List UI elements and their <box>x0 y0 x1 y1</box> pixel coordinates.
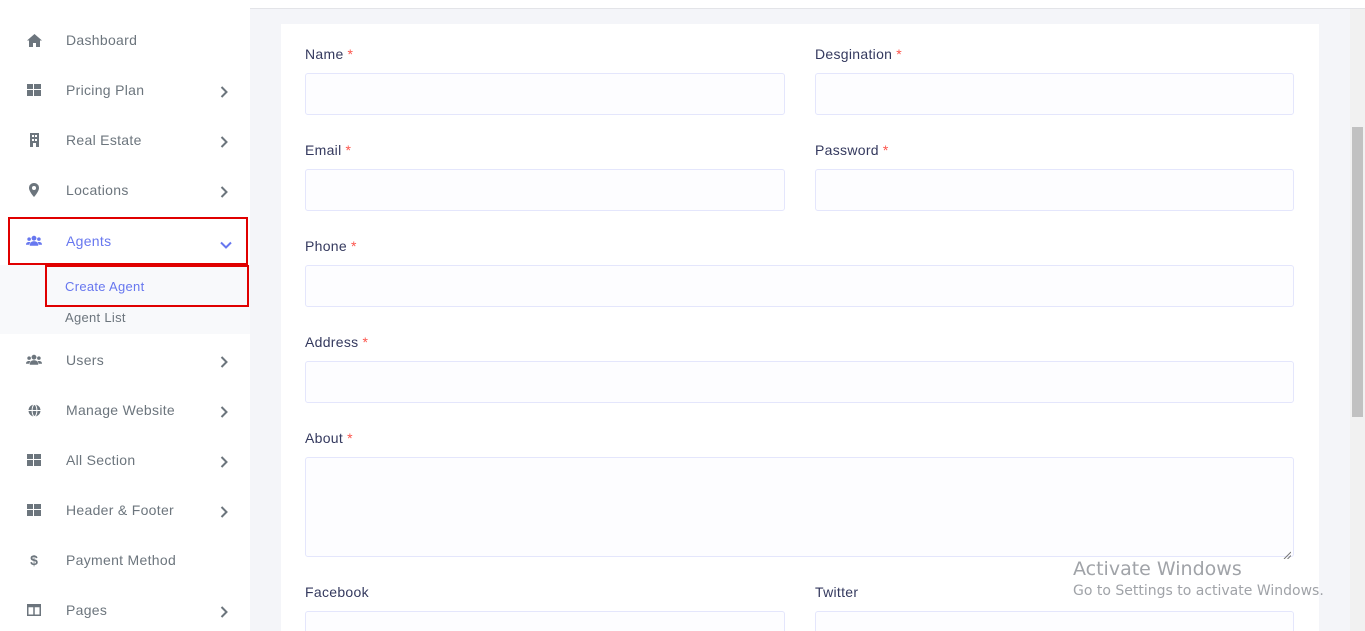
activate-windows-title: Activate Windows <box>1073 558 1242 580</box>
email-input[interactable] <box>305 169 785 211</box>
sidebar-item-label: Pricing Plan <box>66 82 145 98</box>
facebook-label: Facebook <box>305 584 369 600</box>
sidebar-item-label: Agents <box>66 233 112 249</box>
users-icon <box>26 352 42 368</box>
columns-icon <box>26 602 42 618</box>
email-label: Email * <box>305 142 352 158</box>
submenu-item-label: Agent List <box>65 309 126 325</box>
resize-handle-icon[interactable] <box>1283 546 1292 560</box>
grid-icon <box>26 452 42 468</box>
sidebar-item-label: All Section <box>66 452 136 468</box>
submenu-item-agent-list[interactable]: Agent List <box>45 296 249 338</box>
globe-icon <box>26 402 42 418</box>
chevron-down-icon <box>220 236 232 249</box>
activate-windows-subtitle: Go to Settings to activate Windows. <box>1073 583 1324 599</box>
required-mark: * <box>362 334 369 350</box>
name-input[interactable] <box>305 73 785 115</box>
map-marker-icon <box>26 182 42 198</box>
designation-label: Desgination * <box>815 46 902 62</box>
sidebar-item-users[interactable]: Users <box>8 336 248 384</box>
grid-icon <box>26 502 42 518</box>
sidebar-item-header-footer[interactable]: Header & Footer <box>8 486 248 534</box>
sidebar-item-all-section[interactable]: All Section <box>8 436 248 484</box>
chevron-right-icon <box>220 355 230 368</box>
scrollbar-thumb[interactable] <box>1352 127 1363 417</box>
sidebar-item-label: Real Estate <box>66 132 142 148</box>
phone-input[interactable] <box>305 265 1294 307</box>
chevron-right-icon <box>220 185 230 198</box>
password-input[interactable] <box>815 169 1294 211</box>
sidebar-item-dashboard[interactable]: Dashboard <box>8 16 248 64</box>
sidebar-item-locations[interactable]: Locations <box>8 166 248 214</box>
required-mark: * <box>350 238 357 254</box>
about-textarea[interactable] <box>305 457 1294 560</box>
name-label: Name * <box>305 46 354 62</box>
sidebar-item-label: Manage Website <box>66 402 176 418</box>
sidebar-item-real-estate[interactable]: Real Estate <box>8 116 248 164</box>
users-icon <box>26 233 42 249</box>
home-icon <box>26 32 42 48</box>
top-bar-edge <box>250 0 1365 9</box>
required-mark: * <box>345 142 352 158</box>
address-input[interactable] <box>305 361 1294 403</box>
grid-icon <box>26 82 42 98</box>
building-icon <box>26 132 42 148</box>
phone-label: Phone * <box>305 238 357 254</box>
submenu-item-label: Create Agent <box>65 278 145 294</box>
sidebar-item-pages[interactable]: Pages <box>8 586 248 631</box>
required-mark: * <box>896 46 902 62</box>
address-label: Address * <box>305 334 369 350</box>
chevron-right-icon <box>220 85 230 98</box>
chevron-right-icon <box>220 505 230 518</box>
chevron-right-icon <box>220 135 230 148</box>
sidebar-item-manage-website[interactable]: Manage Website <box>8 386 248 434</box>
sidebar: Dashboard Pricing Plan Real Estate Locat… <box>0 0 250 631</box>
sidebar-item-agents[interactable]: Agents <box>8 217 248 265</box>
sidebar-item-label: Dashboard <box>66 32 138 48</box>
sidebar-item-pricing-plan[interactable]: Pricing Plan <box>8 66 248 114</box>
about-label: About * <box>305 430 353 446</box>
sidebar-item-label: Users <box>66 352 105 368</box>
twitter-input[interactable] <box>815 611 1294 631</box>
password-label: Password * <box>815 142 889 158</box>
required-mark: * <box>882 142 889 158</box>
chevron-right-icon <box>220 455 230 468</box>
twitter-label: Twitter <box>815 584 859 600</box>
sidebar-item-payment-method[interactable]: $ Payment Method <box>8 536 248 584</box>
designation-input[interactable] <box>815 73 1294 115</box>
facebook-input[interactable] <box>305 611 785 631</box>
chevron-right-icon <box>220 405 230 418</box>
sidebar-item-label: Locations <box>66 182 129 198</box>
sidebar-item-label: Payment Method <box>66 552 177 568</box>
required-mark: * <box>347 46 354 62</box>
required-mark: * <box>347 430 353 446</box>
dollar-icon: $ <box>30 552 38 568</box>
sidebar-item-label: Header & Footer <box>66 502 174 518</box>
chevron-right-icon <box>220 605 230 618</box>
sidebar-item-label: Pages <box>66 602 108 618</box>
